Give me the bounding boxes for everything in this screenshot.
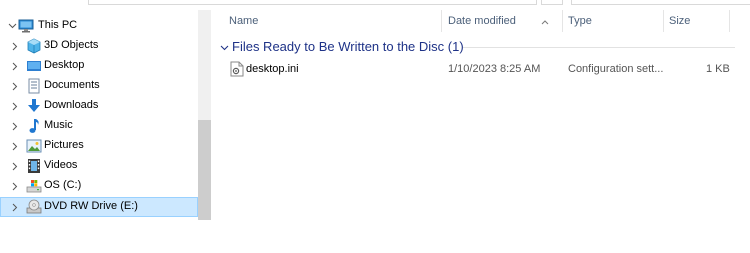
nav-item-os-c[interactable]: OS (C:) bbox=[0, 176, 198, 196]
chevron-right-icon[interactable] bbox=[10, 202, 20, 212]
file-row[interactable]: desktop.ini 1/10/2023 8:25 AM Configurat… bbox=[226, 59, 740, 79]
chevron-right-icon[interactable] bbox=[10, 41, 20, 51]
3d-objects-icon bbox=[26, 38, 42, 54]
nav-item-pictures[interactable]: Pictures bbox=[0, 136, 198, 156]
chevron-right-icon[interactable] bbox=[10, 61, 20, 71]
nav-label-desktop: Desktop bbox=[44, 59, 85, 71]
nav-label-downloads: Downloads bbox=[44, 99, 99, 111]
chevron-right-icon[interactable] bbox=[10, 101, 20, 111]
nav-label-os-c: OS (C:) bbox=[44, 179, 82, 191]
music-icon bbox=[26, 118, 42, 134]
nav-item-music[interactable]: Music bbox=[0, 116, 198, 136]
chevron-right-icon[interactable] bbox=[10, 81, 20, 91]
nav-scrollbar-thumb[interactable] bbox=[198, 120, 211, 220]
group-divider bbox=[463, 47, 735, 48]
chevron-right-icon[interactable] bbox=[10, 161, 20, 171]
nav-label-music: Music bbox=[44, 119, 73, 131]
videos-icon bbox=[26, 158, 42, 174]
nav-label-pictures: Pictures bbox=[44, 139, 84, 151]
sort-ascending-icon bbox=[541, 16, 549, 28]
nav-label-dvd-rw-drive: DVD RW Drive (E:) bbox=[44, 200, 138, 212]
column-header-name[interactable]: Name bbox=[229, 10, 258, 32]
nav-item-documents[interactable]: Documents bbox=[0, 76, 198, 96]
downloads-icon bbox=[26, 98, 42, 114]
navigation-pane: This PC 3D Objects Desktop Documents Dow… bbox=[0, 10, 211, 220]
chevron-down-icon[interactable] bbox=[7, 21, 17, 31]
dvd-drive-icon bbox=[26, 199, 42, 215]
address-bar-strip bbox=[0, 0, 750, 6]
chevron-right-icon[interactable] bbox=[10, 141, 20, 151]
group-header-label: Files Ready to Be Written to the Disc (1… bbox=[232, 39, 464, 54]
chevron-right-icon[interactable] bbox=[10, 121, 20, 131]
chevron-right-icon[interactable] bbox=[10, 181, 20, 191]
settings-file-icon bbox=[230, 61, 244, 80]
nav-label-videos: Videos bbox=[44, 159, 78, 171]
column-divider[interactable] bbox=[562, 10, 563, 32]
chevron-down-icon[interactable] bbox=[220, 42, 229, 54]
refresh-button[interactable] bbox=[541, 0, 563, 5]
file-size: 1 KB bbox=[706, 63, 730, 75]
address-bar[interactable] bbox=[88, 0, 537, 5]
documents-icon bbox=[26, 78, 42, 94]
nav-item-downloads[interactable]: Downloads bbox=[0, 96, 198, 116]
nav-item-videos[interactable]: Videos bbox=[0, 156, 198, 176]
nav-item-this-pc[interactable]: This PC bbox=[0, 16, 198, 36]
desktop-folder-icon bbox=[26, 58, 42, 74]
column-header-row: Name Date modified Type Size bbox=[212, 10, 750, 32]
file-type: Configuration sett... bbox=[568, 63, 664, 75]
computer-icon bbox=[18, 18, 34, 34]
file-name[interactable]: desktop.ini bbox=[246, 59, 299, 79]
file-date-modified: 1/10/2023 8:25 AM bbox=[448, 63, 541, 75]
nav-label-this-pc: This PC bbox=[38, 19, 78, 31]
search-box[interactable] bbox=[571, 0, 750, 5]
nav-label-documents: Documents bbox=[44, 79, 100, 91]
pictures-icon bbox=[26, 138, 42, 154]
nav-item-3d-objects[interactable]: 3D Objects bbox=[0, 36, 198, 56]
column-header-size[interactable]: Size bbox=[669, 10, 690, 32]
nav-item-desktop[interactable]: Desktop bbox=[0, 56, 198, 76]
column-divider[interactable] bbox=[663, 10, 664, 32]
drive-icon bbox=[26, 178, 42, 194]
column-divider[interactable] bbox=[441, 10, 442, 32]
column-divider[interactable] bbox=[729, 10, 730, 32]
nav-item-dvd-rw-drive[interactable]: DVD RW Drive (E:) bbox=[0, 197, 198, 217]
nav-label-3d-objects: 3D Objects bbox=[44, 39, 99, 51]
group-header[interactable]: Files Ready to Be Written to the Disc (1… bbox=[218, 38, 750, 56]
column-header-date-modified[interactable]: Date modified bbox=[448, 10, 516, 32]
column-header-type[interactable]: Type bbox=[568, 10, 592, 32]
